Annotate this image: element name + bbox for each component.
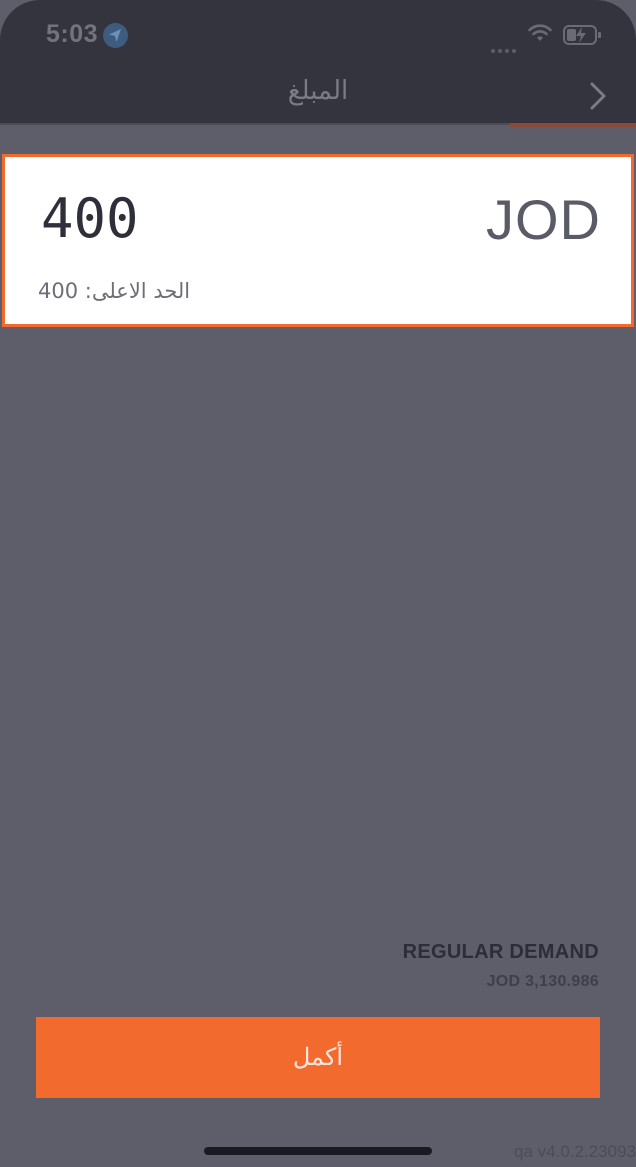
home-indicator[interactable] [204,1147,432,1155]
app-screen: 5:03 المبلغ 400 JOD الحد الاعلى: 400 REG… [0,0,636,1167]
continue-button[interactable]: أكمل [36,1017,600,1098]
max-limit-label: الحد الاعلى: 400 [38,279,191,303]
demand-type-label: REGULAR DEMAND [402,941,599,963]
version-label: qa v4.0.2.23093 [514,1142,636,1161]
continue-button-label: أكمل [292,1044,344,1071]
amount-input-card[interactable]: 400 JOD الحد الاعلى: 400 [2,154,634,327]
nav-accent-bar [510,123,636,127]
currency-code: JOD [486,188,601,251]
battery-charging-icon [563,24,603,50]
amount-input[interactable]: 400 [41,187,139,250]
demand-amount: JOD 3,130.986 [486,973,599,990]
page-title: المبلغ [287,76,349,106]
status-time: 5:03 [46,20,99,48]
wifi-icon [528,24,552,48]
location-arrow-icon [103,23,128,48]
chevron-right-icon[interactable] [586,80,610,112]
signal-dots-icon [491,38,521,53]
status-bar: 5:03 [0,0,636,68]
nav-bar: المبلغ [0,68,636,123]
